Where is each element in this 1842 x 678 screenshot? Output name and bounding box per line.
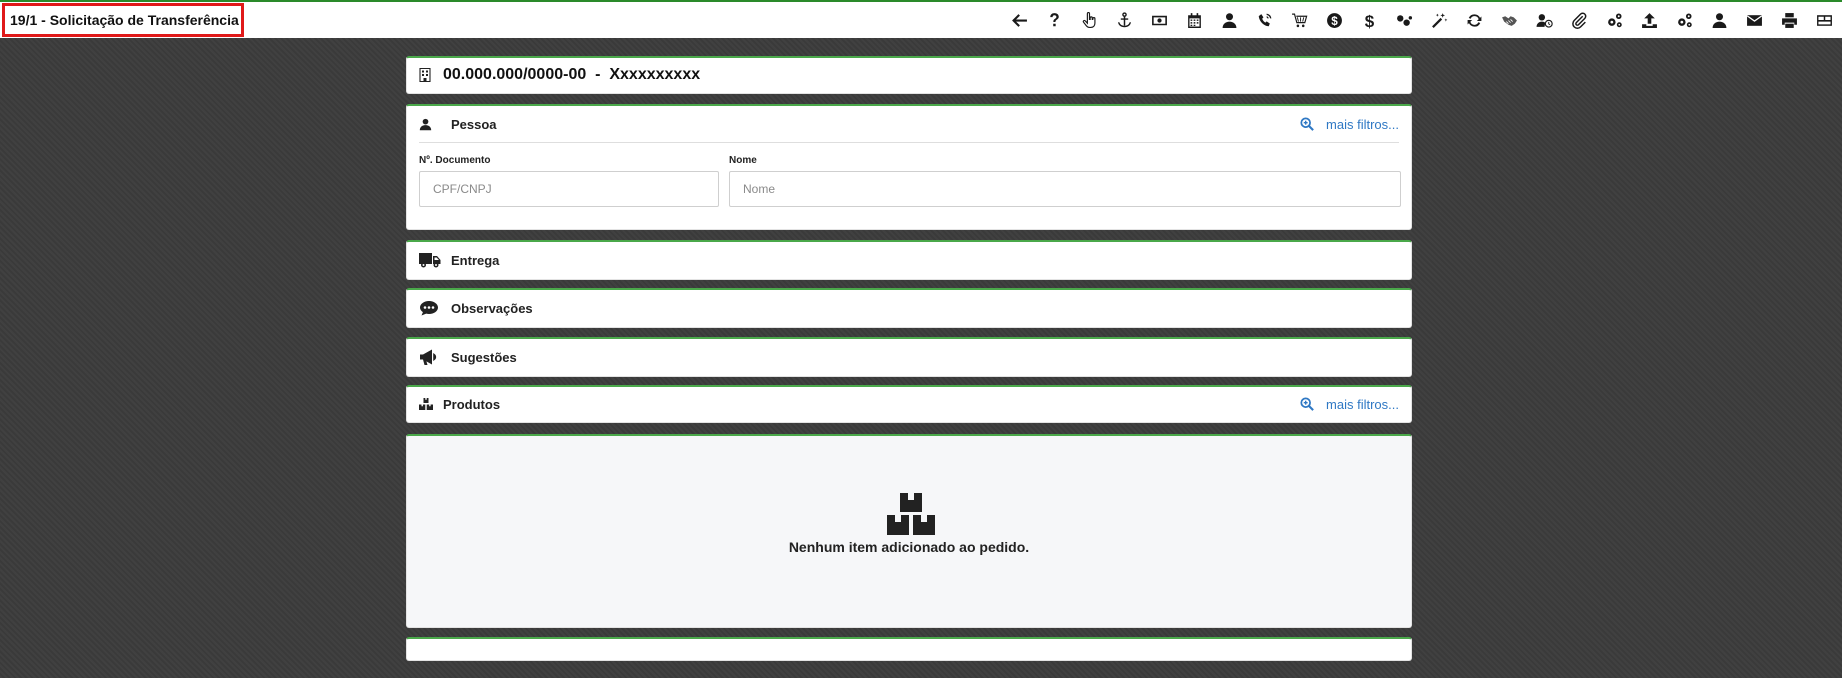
svg-text:$: $ bbox=[1365, 12, 1375, 29]
sync-icon bbox=[1467, 13, 1482, 27]
company-panel: 00.000.000/0000-00 - Xxxxxxxxxx bbox=[406, 56, 1412, 94]
pessoa-more-filters-label: mais filtros... bbox=[1326, 116, 1399, 132]
layout-icon bbox=[1817, 14, 1832, 26]
hand-pointer-button[interactable] bbox=[1072, 2, 1107, 38]
user-button-2[interactable] bbox=[1702, 2, 1737, 38]
svg-text:$: $ bbox=[1331, 14, 1338, 27]
hand-pointer-icon bbox=[1082, 11, 1096, 28]
footer-panel bbox=[406, 637, 1412, 661]
dots-icon bbox=[1397, 14, 1413, 26]
documento-input[interactable] bbox=[419, 171, 719, 207]
cogs-button-2[interactable] bbox=[1667, 2, 1702, 38]
observacoes-title: Observações bbox=[451, 300, 533, 316]
produtos-panel: Produtos mais filtros... bbox=[406, 385, 1412, 423]
mail-button[interactable] bbox=[1737, 2, 1772, 38]
top-bar: 19/1 - Solicitação de Transferência $ $ bbox=[0, 0, 1842, 38]
print-button[interactable] bbox=[1772, 2, 1807, 38]
search-plus-icon bbox=[1300, 397, 1314, 411]
observacoes-panel[interactable]: Observações bbox=[406, 288, 1412, 328]
handshake-button[interactable] bbox=[1492, 2, 1527, 38]
nome-label: Nome bbox=[729, 155, 757, 166]
company-identifier: 00.000.000/0000-00 - Xxxxxxxxxx bbox=[443, 66, 701, 83]
cart-button[interactable] bbox=[1282, 2, 1317, 38]
handshake-icon bbox=[1502, 15, 1517, 26]
dollar-circle-button[interactable]: $ bbox=[1317, 2, 1352, 38]
boxes-icon bbox=[887, 493, 935, 535]
calendar-icon bbox=[1188, 12, 1201, 28]
comment-dots-icon bbox=[420, 301, 438, 316]
building-icon bbox=[419, 68, 431, 82]
produtos-title: Produtos bbox=[443, 396, 501, 412]
user-button[interactable] bbox=[1212, 2, 1247, 38]
attach-button[interactable] bbox=[1562, 2, 1597, 38]
window-title: 19/1 - Solicitação de Transferência bbox=[2, 3, 244, 37]
bullhorn-icon bbox=[420, 349, 437, 365]
cogs-button[interactable] bbox=[1597, 2, 1632, 38]
user-icon bbox=[1222, 12, 1237, 28]
phone-button[interactable] bbox=[1247, 2, 1282, 38]
produtos-header[interactable]: Produtos mais filtros... bbox=[407, 387, 1411, 421]
print-icon bbox=[1782, 12, 1797, 28]
dollar-circle-icon: $ bbox=[1327, 12, 1342, 28]
produtos-more-filters[interactable]: mais filtros... bbox=[1300, 397, 1399, 412]
cart-icon bbox=[1292, 13, 1308, 27]
money-button[interactable] bbox=[1142, 2, 1177, 38]
upload-icon bbox=[1642, 12, 1657, 28]
empty-message: Nenhum item adicionado ao pedido. bbox=[788, 539, 1030, 555]
user-clock-button[interactable] bbox=[1527, 2, 1562, 38]
cogs-icon-2 bbox=[1678, 12, 1692, 27]
pessoa-divider bbox=[419, 142, 1399, 143]
money-bill-icon bbox=[1152, 15, 1167, 25]
envelope-icon bbox=[1746, 14, 1763, 26]
dollar-button[interactable]: $ bbox=[1352, 2, 1387, 38]
layout-button[interactable] bbox=[1807, 2, 1842, 38]
arrow-left-icon bbox=[1012, 13, 1027, 27]
question-icon bbox=[1050, 12, 1059, 26]
dots-button[interactable] bbox=[1387, 2, 1422, 38]
calendar-button[interactable] bbox=[1177, 2, 1212, 38]
sugestoes-panel[interactable]: Sugestões bbox=[406, 337, 1412, 377]
phone-volume-icon bbox=[1258, 13, 1272, 26]
user-clock-icon bbox=[1536, 13, 1553, 28]
sync-button[interactable] bbox=[1457, 2, 1492, 38]
anchor-button[interactable] bbox=[1107, 2, 1142, 38]
search-plus-icon bbox=[1300, 117, 1314, 131]
pessoa-title: Pessoa bbox=[451, 116, 497, 132]
pessoa-panel: Pessoa mais filtros... Nº. Documento Nom… bbox=[406, 104, 1412, 230]
magic-icon bbox=[1432, 12, 1448, 28]
produtos-empty-state: Nenhum item adicionado ao pedido. bbox=[406, 434, 1412, 628]
produtos-more-filters-label: mais filtros... bbox=[1326, 396, 1399, 412]
sugestoes-title: Sugestões bbox=[451, 349, 517, 365]
paperclip-icon bbox=[1572, 12, 1587, 29]
back-button[interactable] bbox=[1002, 2, 1037, 38]
upload-button[interactable] bbox=[1632, 2, 1667, 38]
pessoa-more-filters[interactable]: mais filtros... bbox=[1300, 117, 1399, 132]
anchor-icon bbox=[1118, 11, 1131, 27]
pessoa-header[interactable]: Pessoa mais filtros... bbox=[407, 106, 1411, 142]
magic-button[interactable] bbox=[1422, 2, 1457, 38]
truck-icon bbox=[419, 253, 441, 268]
toolbar: $ $ bbox=[1002, 2, 1842, 38]
cogs-icon bbox=[1608, 12, 1622, 27]
documento-label: Nº. Documento bbox=[419, 155, 491, 166]
dollar-icon: $ bbox=[1365, 12, 1375, 29]
nome-input[interactable] bbox=[729, 171, 1401, 207]
help-button[interactable] bbox=[1037, 2, 1072, 38]
entrega-panel[interactable]: Entrega bbox=[406, 240, 1412, 280]
entrega-title: Entrega bbox=[451, 252, 500, 268]
boxes-icon bbox=[419, 398, 433, 410]
user-icon bbox=[419, 118, 432, 130]
user-icon-2 bbox=[1712, 12, 1727, 28]
